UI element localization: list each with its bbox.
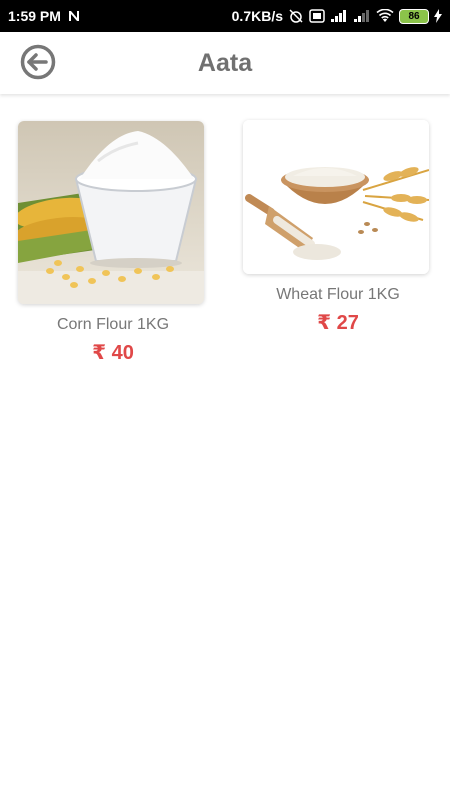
product-card[interactable]: Wheat Flour 1KG ₹ 27	[243, 120, 433, 335]
corn-flour-image	[18, 121, 204, 304]
product-image-wheat-flour[interactable]	[243, 120, 429, 274]
product-card[interactable]: Corn Flour 1KG ₹ 40	[18, 121, 208, 365]
notification-n-icon	[67, 9, 81, 23]
status-bar: 1:59 PM 0.7KB/s 86	[0, 0, 450, 32]
alarm-off-icon	[288, 8, 304, 24]
signal-strength-2-icon	[353, 9, 371, 23]
signal-strength-icon	[330, 9, 348, 23]
volte-icon	[309, 9, 325, 23]
product-name: Corn Flour 1KG	[56, 316, 170, 333]
product-name: Wheat Flour 1KG	[276, 286, 400, 303]
app-header: Aata	[0, 32, 450, 94]
product-image-corn-flour[interactable]	[18, 121, 204, 304]
product-price: ₹ 40	[92, 342, 134, 364]
page-title: Aata	[197, 48, 253, 77]
status-time: 1:59 PM	[8, 8, 61, 24]
product-price: ₹ 27	[317, 312, 359, 334]
wifi-icon	[376, 9, 394, 23]
network-speed: 0.7KB/s	[231, 8, 283, 24]
back-button[interactable]	[20, 44, 56, 80]
charging-bolt-icon	[434, 9, 442, 23]
battery-level: 86	[408, 10, 420, 22]
back-arrow-circle-icon	[20, 44, 56, 80]
battery-icon: 86	[399, 8, 429, 24]
wheat-flour-image	[243, 120, 429, 274]
